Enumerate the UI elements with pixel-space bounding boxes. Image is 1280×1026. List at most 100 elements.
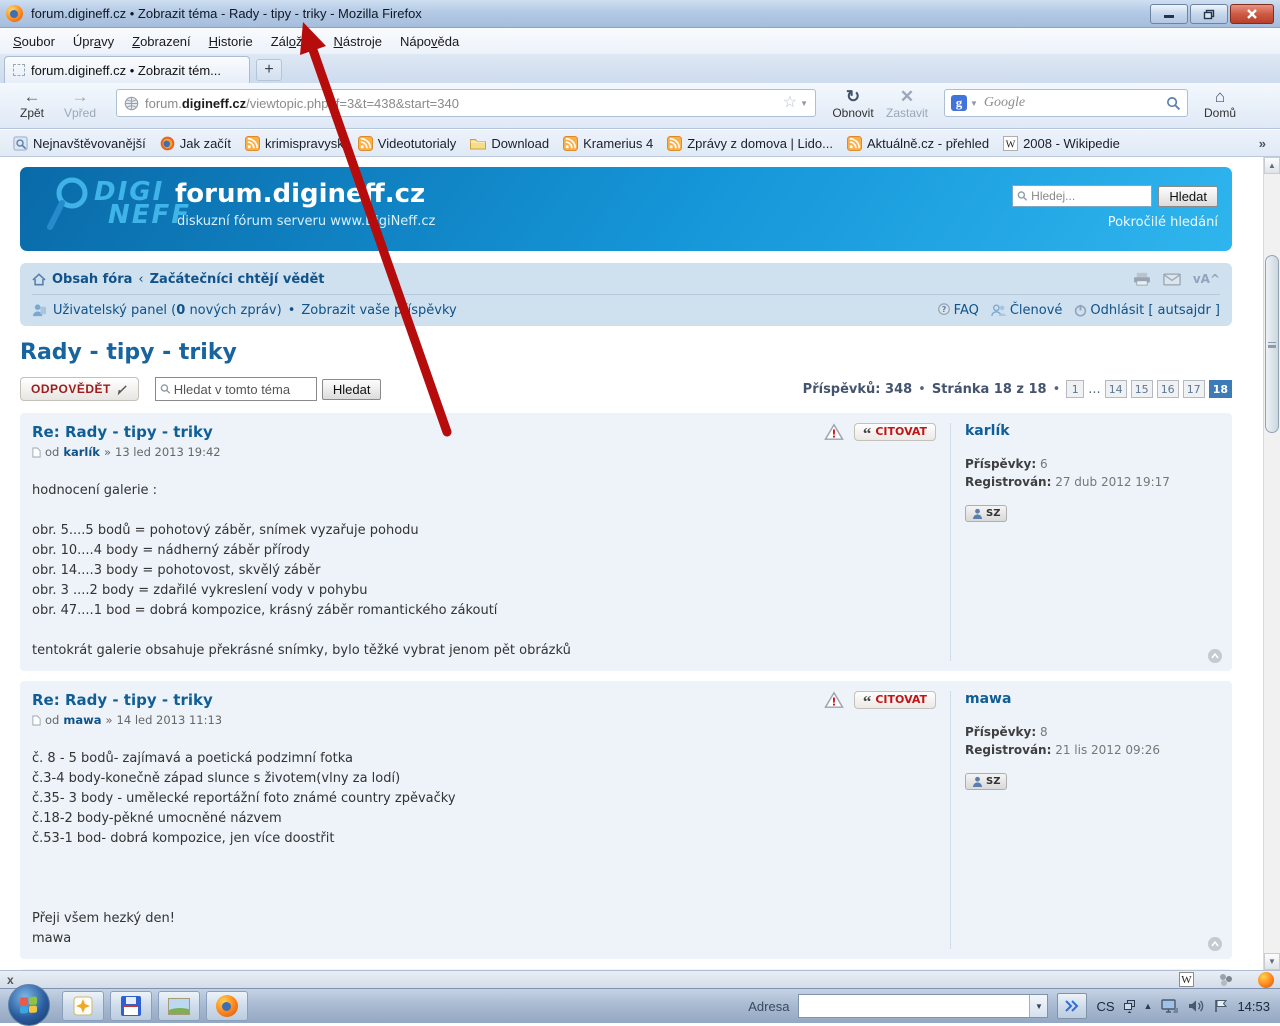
quote-button[interactable]: “ CITOVAT	[854, 691, 936, 709]
back-to-top-button[interactable]	[1208, 937, 1222, 951]
bookmark-dropdown-icon[interactable]: ▼	[800, 99, 808, 108]
breadcrumb-section[interactable]: Začátečníci chtějí vědět	[150, 272, 325, 287]
post-title-link[interactable]: Re: Rady - tipy - triky	[32, 423, 934, 441]
topic-search-field[interactable]	[155, 377, 317, 401]
tab-forum-digineff[interactable]: forum.digineff.cz • Zobrazit tém...	[4, 56, 250, 83]
home-crumb-icon[interactable]	[32, 273, 46, 286]
action-center-flag-icon[interactable]	[1214, 999, 1228, 1013]
engine-dropdown-icon[interactable]: ▼	[970, 99, 978, 108]
bookmark-download[interactable]: Download	[463, 134, 556, 153]
logout-link[interactable]: Odhlásit [ autsajdr ]	[1074, 303, 1220, 318]
page-button-1[interactable]: 1	[1066, 380, 1084, 398]
author-link[interactable]: mawa	[63, 713, 101, 727]
addon-bar-close-button[interactable]: x	[0, 973, 21, 987]
private-message-button[interactable]: SZ	[965, 505, 1007, 522]
reload-button[interactable]: ↻ Obnovit	[826, 87, 880, 120]
show-hidden-icons-button[interactable]: ▲	[1144, 1001, 1153, 1011]
page-button-15[interactable]: 15	[1131, 380, 1153, 398]
scroll-up-arrow[interactable]: ▲	[1264, 157, 1280, 174]
layout-indicator-icon[interactable]	[1124, 1000, 1135, 1013]
print-icon[interactable]	[1133, 272, 1151, 286]
font-size-icon[interactable]: vA^	[1193, 272, 1220, 286]
private-message-button[interactable]: SZ	[965, 773, 1007, 790]
page-button-18[interactable]: 18	[1209, 380, 1232, 398]
volume-icon[interactable]	[1188, 999, 1205, 1013]
menu-zalozky[interactable]: Záložky	[262, 31, 325, 52]
bookmark-2008-wikipedie[interactable]: W2008 - Wikipedie	[996, 134, 1127, 153]
site-title[interactable]: forum.digineff.cz	[175, 179, 425, 209]
search-box[interactable]: g ▼	[944, 89, 1188, 117]
bookmark-kramerius-4[interactable]: Kramerius 4	[556, 134, 660, 153]
web-search-input[interactable]	[984, 95, 1166, 111]
firefox-addon-icon[interactable]	[1258, 972, 1274, 988]
author-link[interactable]: karlík	[63, 445, 100, 459]
bookmark-krimispravysk[interactable]: krimispravysk	[238, 134, 351, 153]
bookmark-zpravy-z-domova-lido[interactable]: Zprávy z domova | Lido...	[660, 134, 840, 153]
start-button[interactable]	[8, 984, 50, 1026]
addon-molecule-icon[interactable]	[1218, 973, 1234, 987]
page-button-17[interactable]: 17	[1183, 380, 1205, 398]
google-engine-icon[interactable]: g	[951, 95, 967, 111]
forward-button[interactable]: → Vpřed	[56, 87, 104, 120]
new-tab-button[interactable]: +	[256, 59, 282, 81]
bookmark-aktualne-cz-prehled[interactable]: Aktuálně.cz - přehled	[840, 134, 996, 153]
quick-launch-app-button[interactable]	[62, 991, 104, 1021]
menu-napoveda[interactable]: Nápověda	[391, 31, 468, 52]
menu-nastroje[interactable]: Nástroje	[325, 31, 391, 52]
restore-button[interactable]	[1190, 4, 1228, 24]
bookmark-nejnavstevovanejsi[interactable]: Nejnavštěvovanější	[6, 134, 153, 153]
profile-username[interactable]: karlík	[965, 423, 1220, 439]
home-button[interactable]: ⌂ Domů	[1194, 87, 1246, 120]
page-position: Stránka 18 z 18	[932, 382, 1047, 397]
address-combo[interactable]: ▼	[798, 994, 1048, 1018]
address-bar[interactable]: forum.digineff.cz/viewtopic.php?f=3&t=43…	[116, 89, 816, 117]
taskbar-clock[interactable]: 14:53	[1237, 999, 1270, 1014]
menu-soubor[interactable]: Soubor	[4, 31, 64, 52]
forum-search-button[interactable]: Hledat	[1158, 186, 1218, 207]
bookmarks-overflow-button[interactable]: »	[1251, 136, 1274, 151]
quick-launch-photo-button[interactable]	[158, 991, 200, 1021]
forum-search-input[interactable]	[1031, 189, 1147, 203]
wikipedia-addon-icon[interactable]: W	[1179, 972, 1194, 987]
quick-launch-firefox-button[interactable]	[206, 991, 248, 1021]
email-icon[interactable]	[1163, 273, 1181, 286]
bookmark-star-icon[interactable]: ☆	[783, 95, 797, 111]
reply-button[interactable]: ODPOVĚDĚT	[20, 377, 139, 401]
network-icon[interactable]	[1161, 999, 1179, 1014]
close-button[interactable]	[1230, 4, 1274, 24]
menu-zobrazeni[interactable]: Zobrazení	[123, 31, 200, 52]
vertical-scrollbar[interactable]: ▲ ▼	[1263, 157, 1280, 970]
report-icon[interactable]: !	[824, 691, 844, 709]
post-title-link[interactable]: Re: Rady - tipy - triky	[32, 691, 934, 709]
quote-button[interactable]: “ CITOVAT	[854, 423, 936, 441]
profile-username[interactable]: mawa	[965, 691, 1220, 707]
bookmark-videotutorialy[interactable]: Videotutorialy	[351, 134, 464, 153]
bookmark-jak-zacit[interactable]: Jak začít	[153, 134, 238, 153]
your-posts-link[interactable]: Zobrazit vaše příspěvky	[301, 303, 456, 318]
members-link[interactable]: Členové	[991, 303, 1063, 318]
user-panel-link[interactable]: Uživatelský panel (0 nových zpráv)	[53, 303, 282, 318]
topic-search-input[interactable]	[174, 382, 312, 397]
minimize-button[interactable]	[1150, 4, 1188, 24]
forum-search-field[interactable]	[1012, 185, 1152, 207]
combo-dropdown-icon[interactable]: ▼	[1029, 995, 1047, 1017]
scroll-down-arrow[interactable]: ▼	[1264, 953, 1280, 970]
search-magnifier-icon[interactable]	[1166, 96, 1181, 111]
menu-upravy[interactable]: Úpravy	[64, 31, 123, 52]
faq-link[interactable]: ? FAQ	[937, 303, 979, 318]
advanced-search-link[interactable]: Pokročilé hledání	[1108, 215, 1218, 230]
go-button[interactable]	[1057, 993, 1087, 1019]
topic-search-button[interactable]: Hledat	[322, 379, 382, 400]
scrollbar-thumb[interactable]	[1265, 255, 1279, 433]
menu-historie[interactable]: Historie	[200, 31, 262, 52]
page-button-16[interactable]: 16	[1157, 380, 1179, 398]
quick-launch-save-button[interactable]	[110, 991, 152, 1021]
page-button-14[interactable]: 14	[1105, 380, 1127, 398]
address-combo-input[interactable]	[799, 995, 1029, 1017]
report-icon[interactable]: !	[824, 423, 844, 441]
language-indicator[interactable]: CS	[1096, 999, 1114, 1014]
stop-button[interactable]: ✕ Zastavit	[880, 87, 934, 120]
back-button[interactable]: ← Zpět	[8, 87, 56, 120]
back-to-top-button[interactable]	[1208, 649, 1222, 663]
breadcrumb-forum-index[interactable]: Obsah fóra	[52, 272, 132, 287]
